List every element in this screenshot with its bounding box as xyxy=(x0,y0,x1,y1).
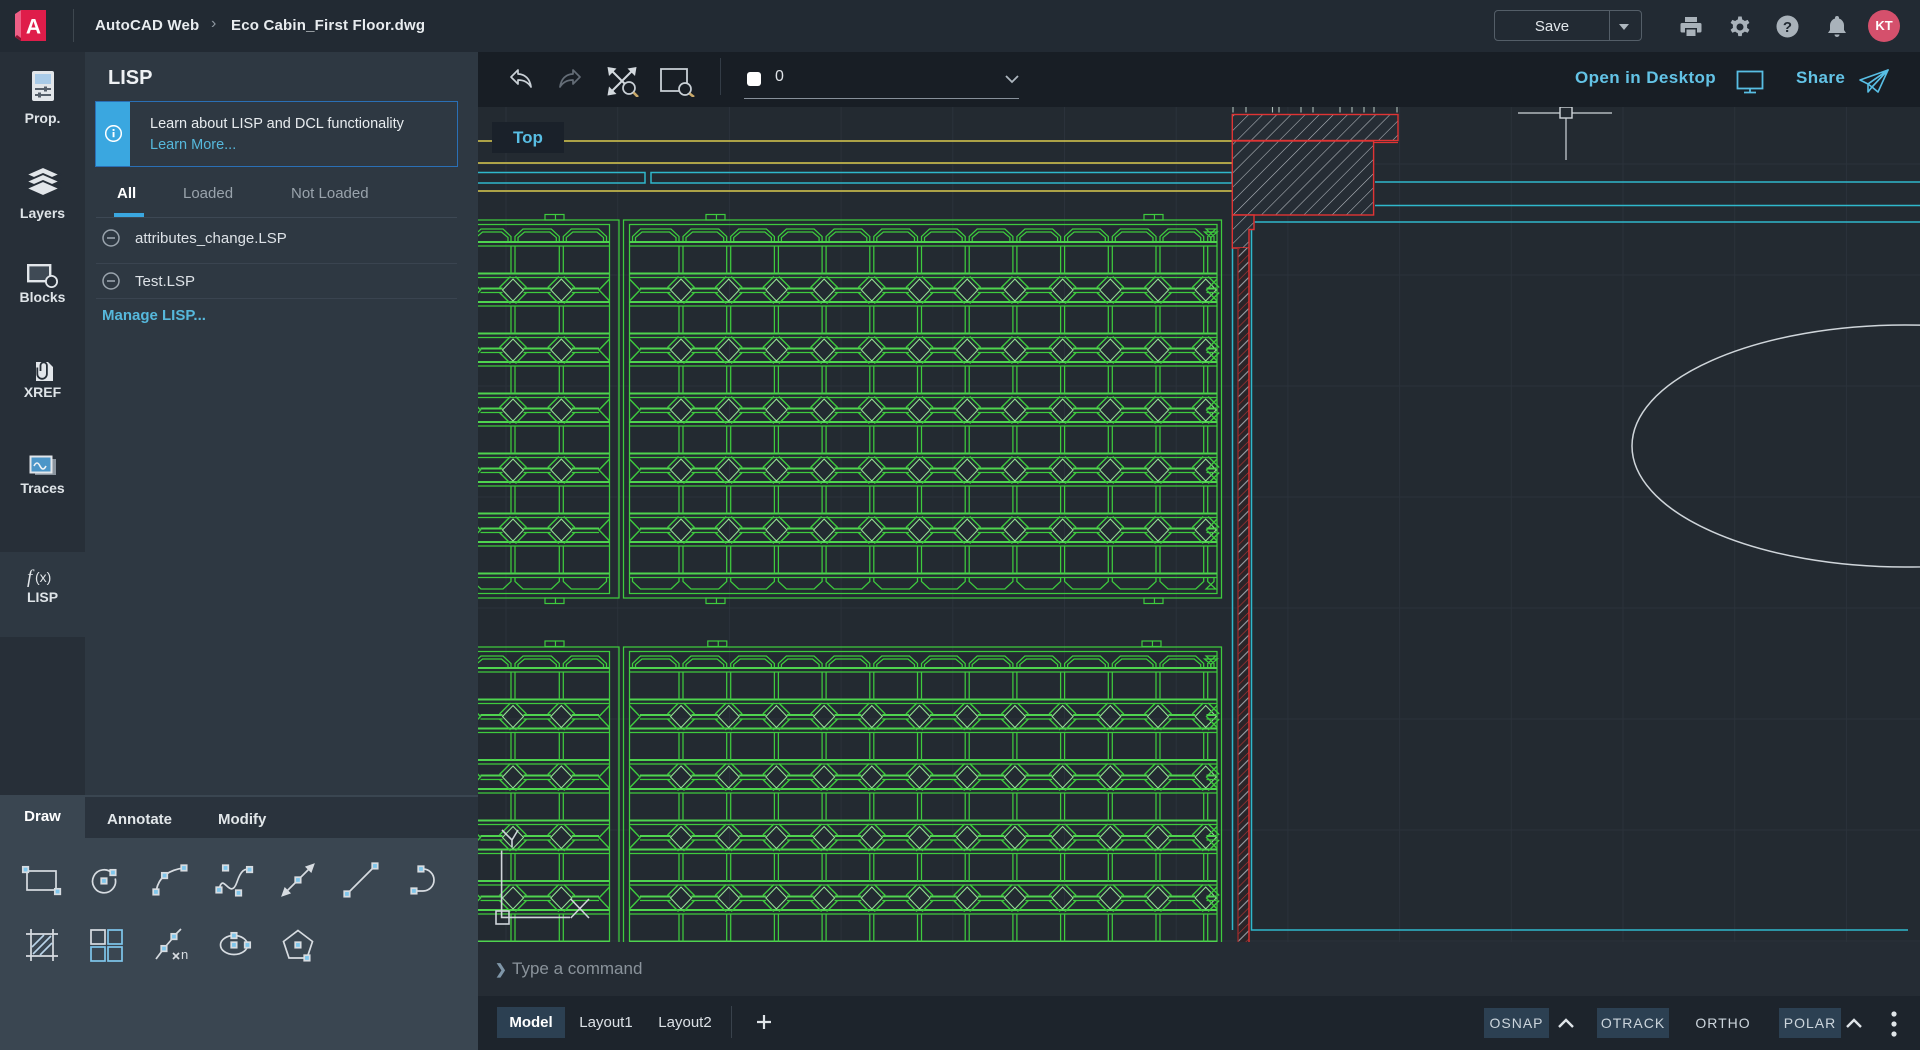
svg-text:n: n xyxy=(181,947,188,962)
svg-text:(x): (x) xyxy=(35,569,51,585)
svg-text:f: f xyxy=(27,567,35,588)
svg-text:?: ? xyxy=(1783,19,1792,36)
svg-text:A: A xyxy=(26,16,41,39)
